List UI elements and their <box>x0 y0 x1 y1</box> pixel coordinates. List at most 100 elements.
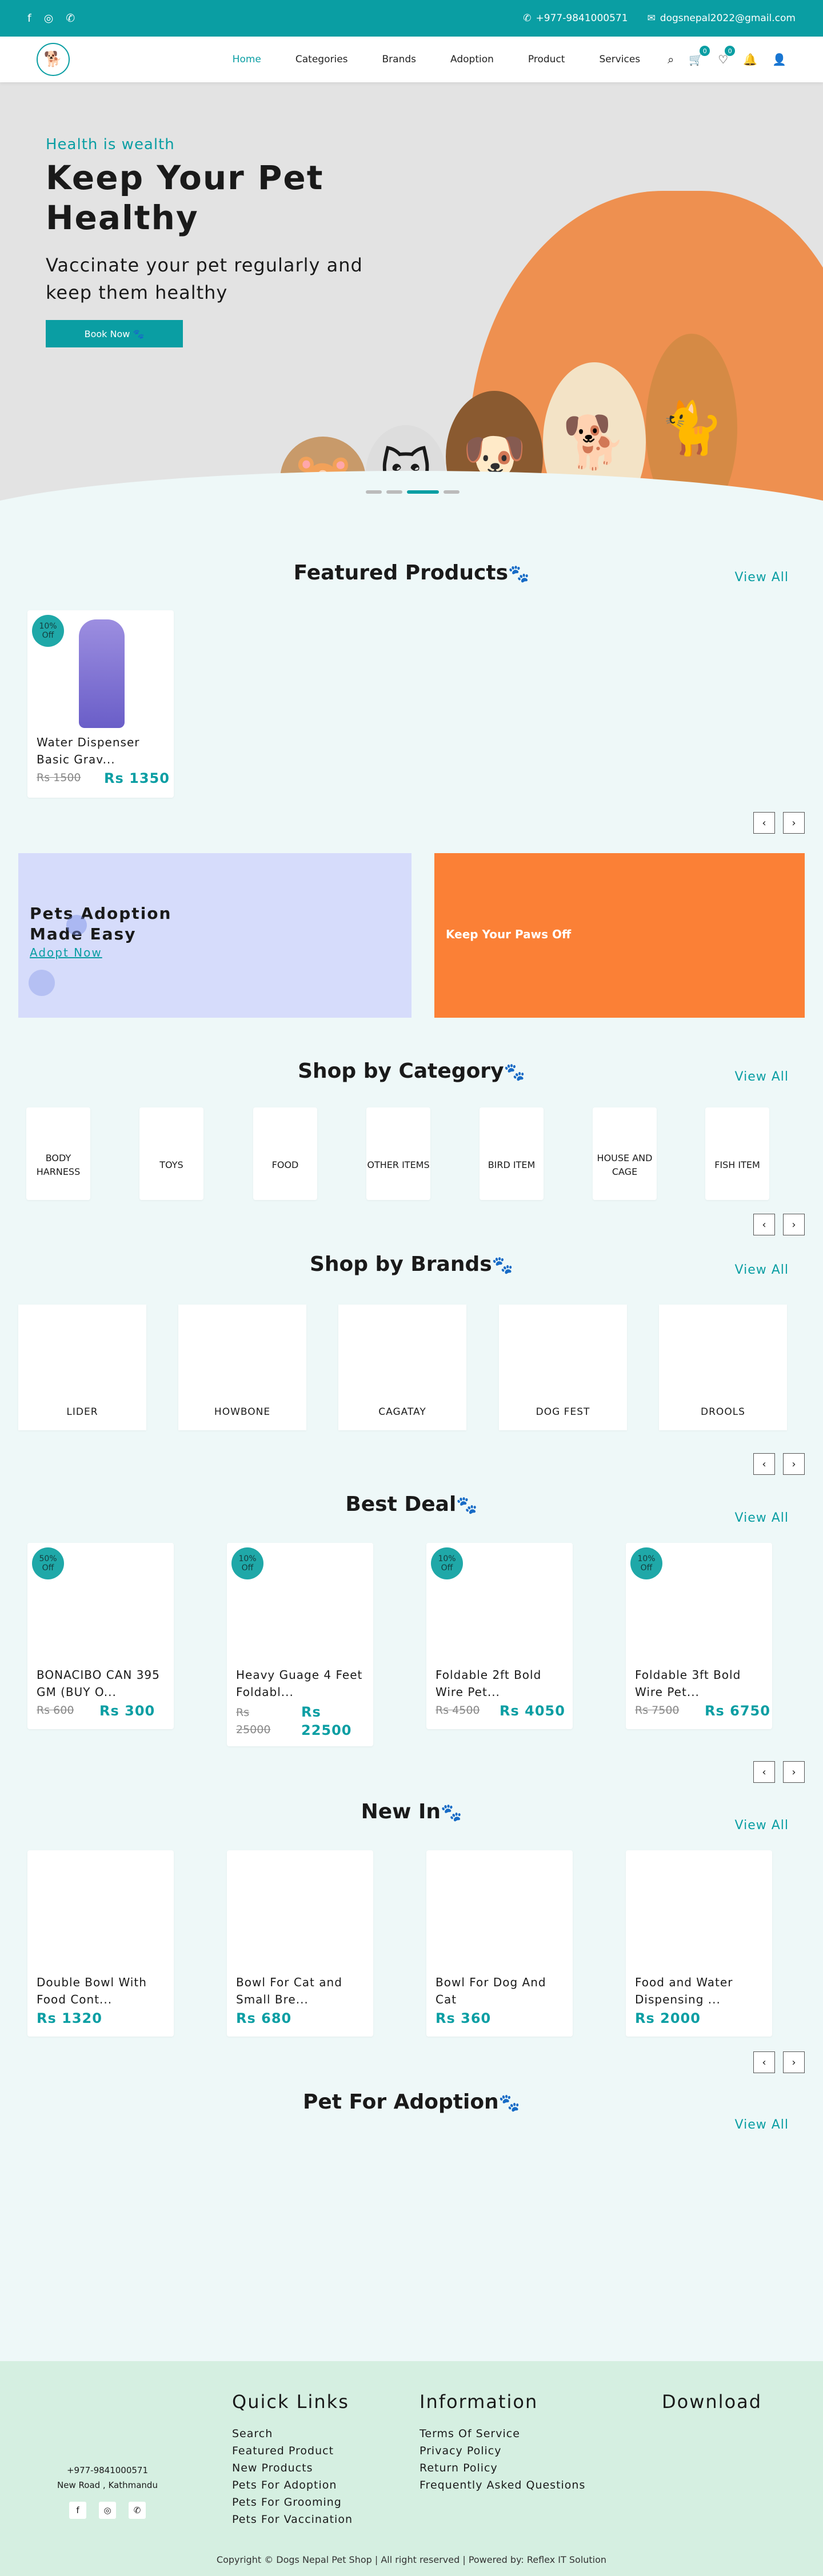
bell-icon[interactable]: 🔔 <box>743 53 757 66</box>
product-name: Food and Water Dispensing ... <box>635 1975 733 2006</box>
prev-arrow-icon[interactable]: ‹ <box>753 1453 775 1475</box>
paws-promo-banner[interactable]: Keep Your Paws Off <box>434 853 805 1018</box>
brands-view-all[interactable]: View All <box>735 1263 789 1277</box>
product-card[interactable]: 10% Off Water Dispenser Basic Grav... Rs … <box>27 610 174 798</box>
footer-link[interactable]: New Products <box>232 2459 353 2477</box>
footer-link[interactable]: Pets For Vaccination <box>232 2511 353 2528</box>
product-card[interactable]: 10% Off Foldable 3ft Bold Wire Pet... Rs … <box>626 1543 772 1729</box>
nav-home[interactable]: Home <box>233 54 261 65</box>
footer-link[interactable]: Frequently Asked Questions <box>420 2477 585 2494</box>
category-card[interactable]: BIRD ITEM <box>480 1107 544 1200</box>
nav-services[interactable]: Services <box>599 54 640 65</box>
brand-card[interactable]: DOG FEST <box>499 1305 627 1430</box>
carousel-dot[interactable] <box>366 490 382 494</box>
footer-link[interactable]: Return Policy <box>420 2459 585 2477</box>
quick-links-title: Quick Links <box>232 2391 349 2413</box>
brand-card[interactable]: DROOLS <box>659 1305 787 1430</box>
next-arrow-icon[interactable]: › <box>783 2051 805 2073</box>
facebook-icon[interactable]: f <box>27 12 31 25</box>
brand-name: CAGATAY <box>378 1406 426 1418</box>
new-in-arrows: ‹ › <box>753 2051 805 2073</box>
best-deal-view-all[interactable]: View All <box>735 1511 789 1525</box>
product-card[interactable]: Double Bowl With Food Cont... Rs 1320 <box>27 1850 174 2037</box>
prev-arrow-icon[interactable]: ‹ <box>753 1761 775 1783</box>
book-now-label: Book Now <box>84 328 130 339</box>
best-deal-section-title: Best Deal🐾 <box>0 1493 823 1516</box>
discount-badge: 50% Off <box>32 1547 64 1579</box>
discount-badge: 10% Off <box>431 1547 463 1579</box>
book-now-button[interactable]: Book Now 🐾 <box>46 320 183 347</box>
instagram-icon[interactable]: ◎ <box>99 2502 116 2519</box>
next-arrow-icon[interactable]: › <box>783 1761 805 1783</box>
facebook-icon[interactable]: f <box>69 2502 86 2519</box>
hero-title: Keep Your Pet Healthy <box>46 158 324 237</box>
user-icon[interactable]: 👤 <box>772 53 786 66</box>
category-card[interactable]: TOYS <box>139 1107 203 1200</box>
wishlist-icon[interactable]: ♡ 0 <box>718 46 736 66</box>
next-arrow-icon[interactable]: › <box>783 1214 805 1235</box>
product-old-price: Rs 600 <box>37 1704 74 1717</box>
category-card[interactable]: FOOD <box>253 1107 317 1200</box>
social-links: f ◎ ✆ <box>27 12 75 25</box>
product-card[interactable]: 10% Off Foldable 2ft Bold Wire Pet... Rs … <box>426 1543 573 1729</box>
category-view-all[interactable]: View All <box>735 1070 789 1084</box>
nav-brands[interactable]: Brands <box>382 54 417 65</box>
cart-count-badge: 0 <box>700 46 710 56</box>
brand-card[interactable]: HOWBONE <box>178 1305 306 1430</box>
whatsapp-icon[interactable]: ✆ <box>129 2502 146 2519</box>
nav-product[interactable]: Product <box>528 54 565 65</box>
brands-title: Shop by Brands <box>309 1253 492 1276</box>
footer-social: f ◎ ✆ <box>57 2502 158 2519</box>
prev-arrow-icon[interactable]: ‹ <box>753 812 775 834</box>
category-card[interactable]: BODY HARNESS <box>26 1107 90 1200</box>
next-arrow-icon[interactable]: › <box>783 812 805 834</box>
whatsapp-icon[interactable]: ✆ <box>66 12 75 25</box>
discount-value: 10% <box>39 622 57 631</box>
product-card[interactable]: 10% Off Heavy Guage 4 Feet Foldabl... Rs … <box>227 1543 373 1746</box>
product-card[interactable]: Bowl For Dog And Cat Rs 360 <box>426 1850 573 2037</box>
product-price: Rs 680 <box>236 2010 292 2026</box>
product-card[interactable]: Food and Water Dispensing ... Rs 2000 <box>626 1850 772 2037</box>
footer-link[interactable]: Featured Product <box>232 2442 353 2459</box>
product-price: Rs 1320 <box>37 2010 102 2026</box>
cart-icon[interactable]: 🛒 0 <box>689 46 710 66</box>
footer-link[interactable]: Search <box>232 2425 353 2442</box>
category-card[interactable]: HOUSE AND CAGE <box>593 1107 657 1200</box>
nav-links: Home Categories Brands Adoption Product … <box>233 54 640 65</box>
brand-card[interactable]: CAGATAY <box>338 1305 466 1430</box>
product-card[interactable]: Bowl For Cat and Small Bre... Rs 680 <box>227 1850 373 2037</box>
discount-value: 10% <box>238 1554 257 1563</box>
adoption-view-all[interactable]: View All <box>735 2118 789 2132</box>
best-deal-arrows: ‹ › <box>753 1761 805 1783</box>
prev-arrow-icon[interactable]: ‹ <box>753 2051 775 2073</box>
nav-categories[interactable]: Categories <box>295 54 348 65</box>
brand-name: DOG FEST <box>536 1406 590 1418</box>
category-card[interactable]: FISH ITEM <box>705 1107 769 1200</box>
footer-link[interactable]: Privacy Policy <box>420 2442 585 2459</box>
site-logo[interactable]: 🐕 <box>37 43 70 76</box>
search-icon[interactable]: ⌕ <box>668 53 674 66</box>
next-arrow-icon[interactable]: › <box>783 1453 805 1475</box>
category-card[interactable]: OTHER ITEMS <box>366 1107 430 1200</box>
footer-phone[interactable]: +977-9841000571 <box>57 2463 158 2478</box>
footer-link[interactable]: Terms Of Service <box>420 2425 585 2442</box>
adopt-now-link[interactable]: Adopt Now <box>30 946 102 959</box>
adoption-promo-banner[interactable]: Pets Adoption Made Easy Adopt Now <box>18 853 412 1018</box>
carousel-dot[interactable] <box>386 490 402 494</box>
phone-contact[interactable]: ✆ +977-9841000571 <box>523 13 628 24</box>
brand-card[interactable]: LIDER <box>18 1305 146 1430</box>
carousel-dot-active[interactable] <box>407 490 439 494</box>
footer-link[interactable]: Pets For Grooming <box>232 2494 353 2511</box>
product-card[interactable]: 50% Off BONACIBO CAN 395 GM (BUY O... Rs … <box>27 1543 174 1729</box>
nav-adoption[interactable]: Adoption <box>450 54 494 65</box>
carousel-dot[interactable] <box>444 490 460 494</box>
instagram-icon[interactable]: ◎ <box>44 12 54 25</box>
new-in-view-all[interactable]: View All <box>735 1818 789 1833</box>
footer-link[interactable]: Pets For Adoption <box>232 2477 353 2494</box>
featured-view-all[interactable]: View All <box>735 570 789 585</box>
product-price: Rs 2000 <box>635 2010 701 2026</box>
email-contact[interactable]: ✉ dogsnepal2022@gmail.com <box>648 13 796 24</box>
paw-icon: 🐾 <box>492 1255 514 1275</box>
discount-off: Off <box>42 1563 54 1573</box>
prev-arrow-icon[interactable]: ‹ <box>753 1214 775 1235</box>
